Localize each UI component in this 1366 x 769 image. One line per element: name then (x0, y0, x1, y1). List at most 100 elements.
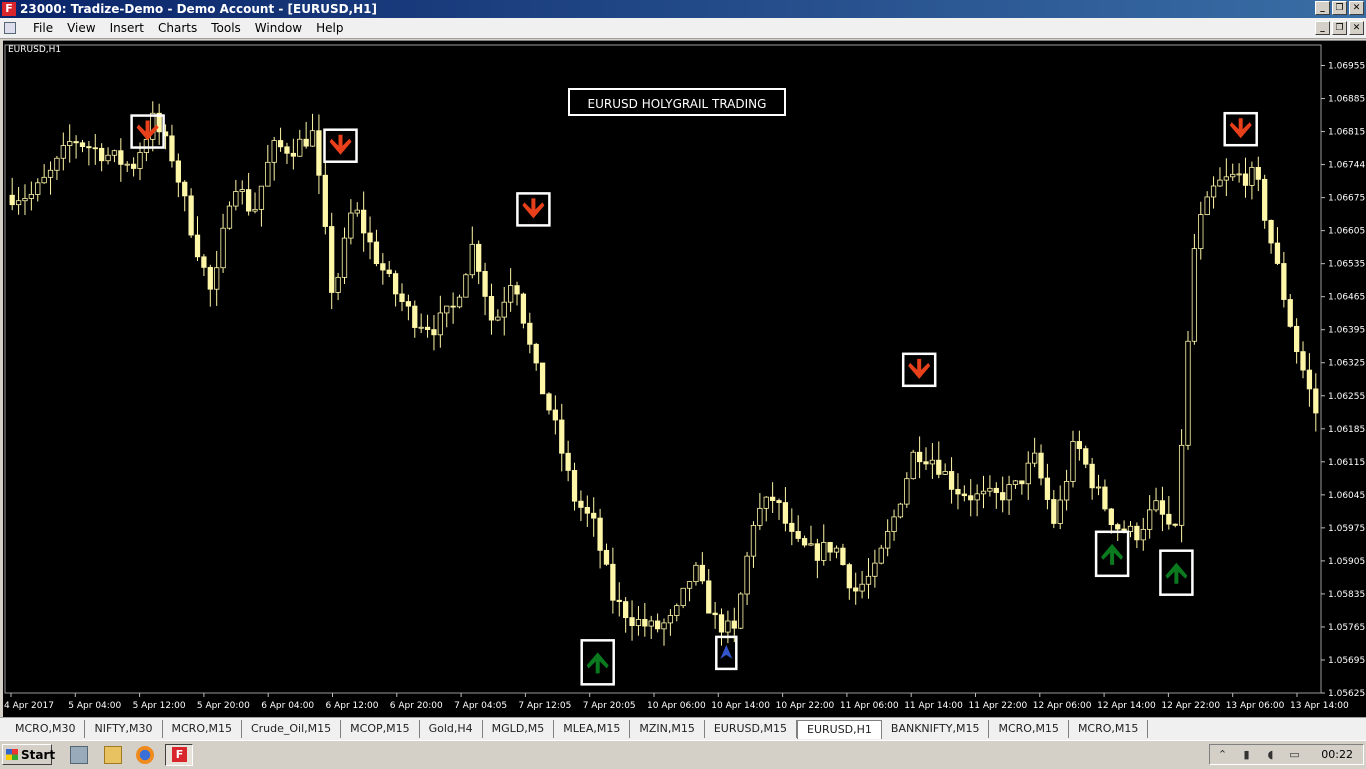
candle (233, 179, 239, 211)
tab-mlea-m15[interactable]: MLEA,M15 (554, 720, 631, 738)
tab-mcro-m15[interactable]: MCRO,M15 (1069, 720, 1149, 738)
candle (846, 562, 852, 600)
candle (712, 601, 718, 629)
candle (1185, 330, 1191, 450)
candle (763, 496, 769, 522)
candle (73, 135, 79, 159)
candle (597, 508, 603, 569)
start-button[interactable]: Start (2, 744, 56, 765)
candle (527, 312, 533, 354)
y-tick-label: 1.05975 (1328, 524, 1365, 534)
candle (1166, 496, 1172, 530)
tab-banknifty-m15[interactable]: BANKNIFTY,M15 (882, 720, 990, 738)
candle (277, 127, 284, 152)
candle (456, 294, 463, 309)
x-tick-label: 6 Apr 20:00 (390, 701, 443, 711)
candle (584, 495, 590, 527)
candle (923, 447, 929, 470)
candle (610, 547, 616, 614)
candle (885, 519, 891, 557)
firefox-icon[interactable] (136, 746, 154, 764)
candle (418, 313, 424, 334)
menu-file[interactable]: File (26, 21, 60, 35)
y-tick-label: 1.06605 (1328, 227, 1365, 237)
y-tick-label: 1.05835 (1328, 590, 1365, 600)
candle (629, 600, 635, 641)
y-tick-label: 1.06815 (1328, 128, 1365, 138)
candle (546, 392, 552, 415)
tab-nifty-m30[interactable]: NIFTY,M30 (85, 720, 163, 738)
terminal-task-button[interactable]: F (165, 744, 193, 766)
child-close-button[interactable]: ✕ (1349, 21, 1364, 35)
candle (654, 613, 661, 633)
y-tick-label: 1.06535 (1328, 260, 1365, 270)
tab-mcro-m15[interactable]: MCRO,M15 (163, 720, 242, 738)
candle (744, 551, 750, 605)
child-minimize-button[interactable]: _ (1315, 21, 1330, 35)
candle (156, 103, 162, 145)
candlestick-chart[interactable]: 1.06955 1.06885 1.06815 1.06744 1.06675 1.066… (3, 41, 1366, 717)
candle (47, 161, 54, 195)
folder-icon[interactable] (104, 746, 122, 764)
tray-clock[interactable]: 00:22 (1321, 747, 1353, 763)
candle (1191, 233, 1198, 345)
candle (405, 294, 412, 321)
candle (1159, 486, 1166, 532)
candle (904, 472, 910, 508)
y-tick-label: 1.05765 (1328, 623, 1365, 633)
tab-eurusd-h1[interactable]: EURUSD,H1 (797, 720, 882, 739)
candle (60, 132, 66, 171)
candle (444, 305, 450, 328)
show-desktop-icon[interactable] (70, 746, 88, 764)
candle (623, 597, 629, 633)
tray-expand-icon[interactable]: ⌃ (1216, 748, 1229, 761)
candle (265, 144, 271, 187)
candle (1210, 176, 1217, 209)
candle (1172, 523, 1178, 528)
volume-icon[interactable]: ◖ (1264, 748, 1277, 761)
app-icon[interactable]: F (2, 2, 16, 16)
start-label: Start (21, 748, 56, 762)
candle (1063, 469, 1070, 511)
price-chart[interactable]: 1.06955 1.06885 1.06815 1.06744 1.06675 1.066… (3, 40, 1366, 717)
y-tick-label: 1.06045 (1328, 491, 1365, 501)
restore-button[interactable]: ❐ (1332, 1, 1347, 15)
candle (380, 253, 386, 285)
candle (367, 216, 373, 260)
tab-gold-h4[interactable]: Gold,H4 (420, 720, 483, 738)
buy-signal-icon (1094, 530, 1130, 578)
menu-help[interactable]: Help (309, 21, 350, 35)
minimize-button[interactable]: _ (1315, 1, 1330, 15)
menu-insert[interactable]: Insert (103, 21, 151, 35)
close-button[interactable]: ✕ (1349, 1, 1364, 15)
tab-eurusd-m15[interactable]: EURUSD,M15 (705, 720, 797, 738)
tab-mcop-m15[interactable]: MCOP,M15 (341, 720, 420, 738)
window-title-bar[interactable]: F 23000: Tradize-Demo - Demo Account - [… (0, 0, 1366, 18)
menu-charts[interactable]: Charts (151, 21, 204, 35)
tab-mgld-m5[interactable]: MGLD,M5 (483, 720, 555, 738)
chart-window-icon[interactable] (4, 22, 16, 34)
candle (169, 124, 175, 168)
candle (329, 212, 335, 310)
candle (111, 149, 118, 163)
candle (718, 608, 725, 646)
sell-signal-icon (323, 128, 358, 163)
x-tick-label: 7 Apr 12:05 (518, 701, 571, 711)
child-restore-button[interactable]: ❐ (1332, 21, 1347, 35)
menu-window[interactable]: Window (248, 21, 309, 35)
candle (648, 615, 654, 640)
tab-crude-oil-m15[interactable]: Crude_Oil,M15 (242, 720, 342, 738)
tab-mzin-m15[interactable]: MZIN,M15 (630, 720, 705, 738)
candle (1217, 167, 1223, 187)
menu-tools[interactable]: Tools (204, 21, 248, 35)
candle (1223, 158, 1229, 197)
y-tick-label: 1.05625 (1328, 689, 1365, 699)
network-icon[interactable]: ▮ (1240, 748, 1253, 761)
candle (853, 572, 859, 605)
tab-mcro-m30[interactable]: MCRO,M30 (6, 720, 86, 738)
candle (1031, 437, 1038, 468)
menu-view[interactable]: View (60, 21, 102, 35)
power-icon[interactable]: ▭ (1288, 748, 1301, 761)
tab-mcro-m15[interactable]: MCRO,M15 (989, 720, 1069, 738)
candle (776, 498, 782, 520)
